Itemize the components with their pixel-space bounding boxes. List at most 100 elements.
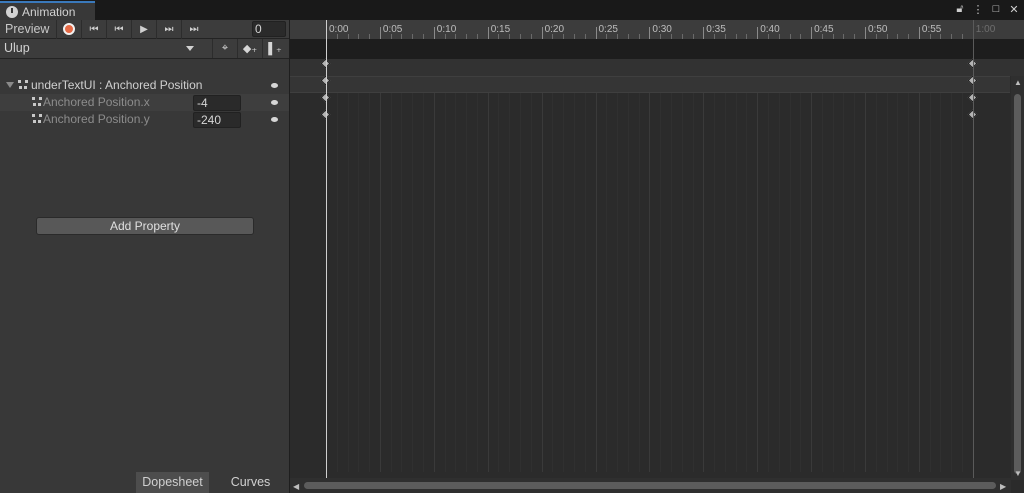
keyframe-track[interactable] xyxy=(290,93,1010,110)
ruler-label: 1:00 xyxy=(975,24,996,35)
ruler-label: 0:50 xyxy=(868,24,888,35)
grid-line xyxy=(951,76,953,472)
tab-title: Animation xyxy=(22,4,76,19)
add-property-button[interactable]: Add Property xyxy=(36,217,254,235)
grid-line xyxy=(487,76,489,472)
filter-by-selection-button[interactable]: ⌖ xyxy=(212,39,237,58)
property-value-field[interactable]: -4 xyxy=(193,95,241,111)
clip-name: Ulup xyxy=(4,41,30,55)
skip-end-icon: ⏭︎ xyxy=(189,23,199,35)
keyframe-track[interactable] xyxy=(290,110,1010,127)
scroll-down-icon[interactable]: ▼ xyxy=(1014,469,1022,478)
property-group-row[interactable]: underTextUI : Anchored Position xyxy=(0,77,289,94)
grid-line xyxy=(821,76,823,472)
prev-keyframe-button[interactable]: ⏮︎ xyxy=(106,19,131,39)
window-tab-bar: Animation 🔓︎ ⋮ □ ✕ xyxy=(0,0,1024,20)
ruler-label: 0:45 xyxy=(814,24,834,35)
time-ruler[interactable]: 0:00 0:05 0:10 0:15 0:20 0:25 0:30 0:35 0:40 0:45… xyxy=(290,20,1024,39)
grid-line xyxy=(541,76,543,472)
clip-dropdown[interactable]: Ulup xyxy=(0,39,200,58)
clip-end-line xyxy=(973,20,974,478)
add-keyframe-button[interactable]: ◆₊ xyxy=(237,39,262,58)
tab-dopesheet[interactable]: Dopesheet xyxy=(136,472,209,493)
property-row[interactable]: Anchored Position.y -240 xyxy=(0,111,289,128)
add-event-button[interactable]: ▌₊ xyxy=(262,39,287,58)
property-row[interactable]: Anchored Position.x -4 xyxy=(0,94,289,111)
rect-transform-icon xyxy=(18,80,28,90)
grid-line xyxy=(379,76,381,472)
ruler-major-tick xyxy=(487,27,489,39)
ruler-major-tick xyxy=(541,27,543,39)
grid-line xyxy=(670,76,672,472)
scroll-left-icon[interactable]: ◀ xyxy=(293,482,299,491)
property-list: underTextUI : Anchored Position Anchored… xyxy=(0,77,289,472)
animation-tab[interactable]: Animation xyxy=(0,1,95,20)
lock-icon[interactable]: 🔓︎ xyxy=(954,2,966,16)
rect-transform-icon xyxy=(32,97,42,107)
scroll-right-icon[interactable]: ▶ xyxy=(1000,482,1006,491)
window-controls: 🔓︎ ⋮ □ ✕ xyxy=(954,2,1020,16)
first-keyframe-button[interactable]: ⏮︎ xyxy=(81,19,106,39)
grid-line xyxy=(918,76,920,472)
more-menu-icon[interactable]: ⋮ xyxy=(972,2,984,16)
ruler-label: 0:40 xyxy=(760,24,780,35)
playhead[interactable] xyxy=(326,20,327,478)
ruler-major-tick xyxy=(918,27,920,39)
grid-line xyxy=(369,76,371,472)
preview-toggle[interactable]: Preview xyxy=(0,20,56,39)
hierarchy-panel: Preview ⏮︎ ⏮︎ ▶︎ ⏭︎ ⏭︎ 0 Ulup ⌖ ◆₊ ▌₊ un… xyxy=(0,19,289,493)
property-value-field[interactable]: -240 xyxy=(193,112,241,128)
horizontal-scrollbar[interactable]: ◀ ▶ xyxy=(290,478,1011,493)
last-keyframe-button[interactable]: ⏭︎ xyxy=(181,19,206,39)
ruler-label: 0:10 xyxy=(436,24,457,35)
ruler-label: 0:05 xyxy=(382,24,403,35)
grid-line xyxy=(595,76,597,472)
grid-line xyxy=(617,76,619,472)
ruler-label: 0:30 xyxy=(652,24,672,35)
grid-line xyxy=(433,76,435,472)
add-keyframe-icon: ◆₊ xyxy=(242,43,258,55)
step-forward-icon: ⏭︎ xyxy=(164,23,174,35)
ruler-major-tick xyxy=(865,27,866,39)
grid-line xyxy=(423,76,425,472)
ruler-major-tick xyxy=(379,27,381,39)
grid-line xyxy=(606,76,608,472)
group-keyframe-track[interactable] xyxy=(290,76,1010,93)
grid-line xyxy=(908,76,910,472)
grid-line xyxy=(735,76,737,472)
grid-line xyxy=(336,76,338,472)
grid-line xyxy=(897,76,899,472)
grid-line xyxy=(778,76,780,472)
maximize-icon[interactable]: □ xyxy=(990,2,1002,16)
grid-line xyxy=(552,76,554,472)
keyframe-menu-icon[interactable] xyxy=(271,83,278,88)
grid-line xyxy=(875,76,877,472)
grid-line xyxy=(660,76,662,472)
horizontal-scroll-thumb[interactable] xyxy=(304,482,996,489)
dopesheet-timeline[interactable]: 0:00 0:05 0:10 0:15 0:20 0:25 0:30 0:35 0:40 0:45… xyxy=(290,20,1024,493)
tab-curves[interactable]: Curves xyxy=(212,472,289,493)
play-button[interactable]: ▶︎ xyxy=(131,19,156,39)
grid-line xyxy=(498,76,500,472)
event-track[interactable] xyxy=(290,39,1024,59)
summary-track[interactable] xyxy=(290,59,1024,76)
grid-line xyxy=(843,76,845,472)
close-icon[interactable]: ✕ xyxy=(1008,2,1020,16)
scroll-up-icon[interactable]: ▲ xyxy=(1014,78,1022,87)
foldout-triangle-icon[interactable] xyxy=(6,82,14,88)
keyframe-menu-icon[interactable] xyxy=(271,100,278,105)
record-button[interactable] xyxy=(56,19,81,39)
ruler-major-tick xyxy=(811,27,813,39)
ruler-label: 0:20 xyxy=(544,24,565,35)
vertical-scrollbar[interactable]: ▲ ▼ xyxy=(1011,76,1024,480)
ruler-major-tick xyxy=(433,27,435,39)
grid-line xyxy=(390,76,392,472)
vertical-scroll-thumb[interactable] xyxy=(1014,94,1021,474)
record-icon xyxy=(63,23,75,35)
next-keyframe-button[interactable]: ⏭︎ xyxy=(156,19,181,39)
frame-input[interactable]: 0 xyxy=(252,21,286,37)
grid-line xyxy=(703,76,705,472)
ruler-major-tick xyxy=(649,27,651,39)
keyframe-menu-icon[interactable] xyxy=(271,117,278,122)
grid-line xyxy=(627,76,629,472)
